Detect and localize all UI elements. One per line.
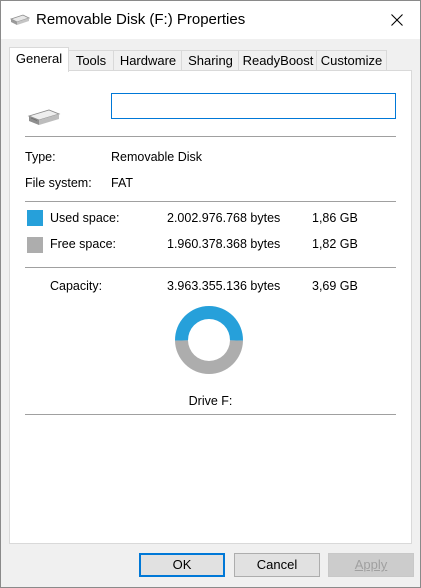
separator — [25, 201, 396, 202]
drive-icon — [9, 13, 31, 27]
type-label: Type: — [25, 150, 56, 164]
properties-window: Removable Disk (F:) Properties General T… — [0, 0, 421, 588]
tab-readyboost[interactable]: ReadyBoost — [238, 50, 318, 71]
used-space-swatch — [27, 210, 43, 226]
general-panel: Type: Removable Disk File system: FAT Us… — [9, 70, 412, 544]
tab-tools[interactable]: Tools — [67, 50, 115, 71]
tab-hardware[interactable]: Hardware — [113, 50, 183, 71]
file-system-label: File system: — [25, 176, 92, 190]
separator — [25, 414, 396, 415]
capacity-bytes: 3.963.355.136 bytes — [167, 279, 281, 293]
tab-customize[interactable]: Customize — [316, 50, 387, 71]
separator — [25, 267, 396, 268]
file-system-value: FAT — [111, 176, 133, 190]
window-title: Removable Disk (F:) Properties — [36, 11, 246, 28]
used-space-label: Used space: — [50, 211, 120, 225]
free-space-arc — [175, 340, 243, 375]
close-button[interactable] — [374, 1, 420, 39]
tab-sharing[interactable]: Sharing — [181, 50, 240, 71]
separator — [25, 136, 396, 137]
free-space-size: 1,82 GB — [312, 237, 358, 251]
disk-usage-donut — [175, 306, 243, 375]
capacity-size: 3,69 GB — [312, 279, 358, 293]
apply-button[interactable]: Apply — [328, 553, 414, 577]
cancel-button[interactable]: Cancel — [234, 553, 320, 577]
free-space-swatch — [27, 237, 43, 253]
capacity-label: Capacity: — [50, 279, 103, 293]
used-space-bytes: 2.002.976.768 bytes — [167, 211, 281, 225]
used-space-size: 1,86 GB — [312, 211, 358, 225]
removable-drive-icon — [27, 107, 61, 127]
apply-label: Apply — [354, 557, 388, 572]
tab-general[interactable]: General — [9, 47, 69, 72]
title-bar: Removable Disk (F:) Properties — [1, 1, 420, 39]
drive-name-input[interactable] — [111, 93, 396, 119]
used-space-arc — [175, 306, 243, 341]
ok-button[interactable]: OK — [139, 553, 225, 577]
drive-caption: Drive F: — [188, 394, 233, 408]
type-value: Removable Disk — [111, 150, 203, 164]
free-space-label: Free space: — [50, 237, 117, 251]
free-space-bytes: 1.960.378.368 bytes — [167, 237, 281, 251]
close-icon — [391, 14, 403, 26]
